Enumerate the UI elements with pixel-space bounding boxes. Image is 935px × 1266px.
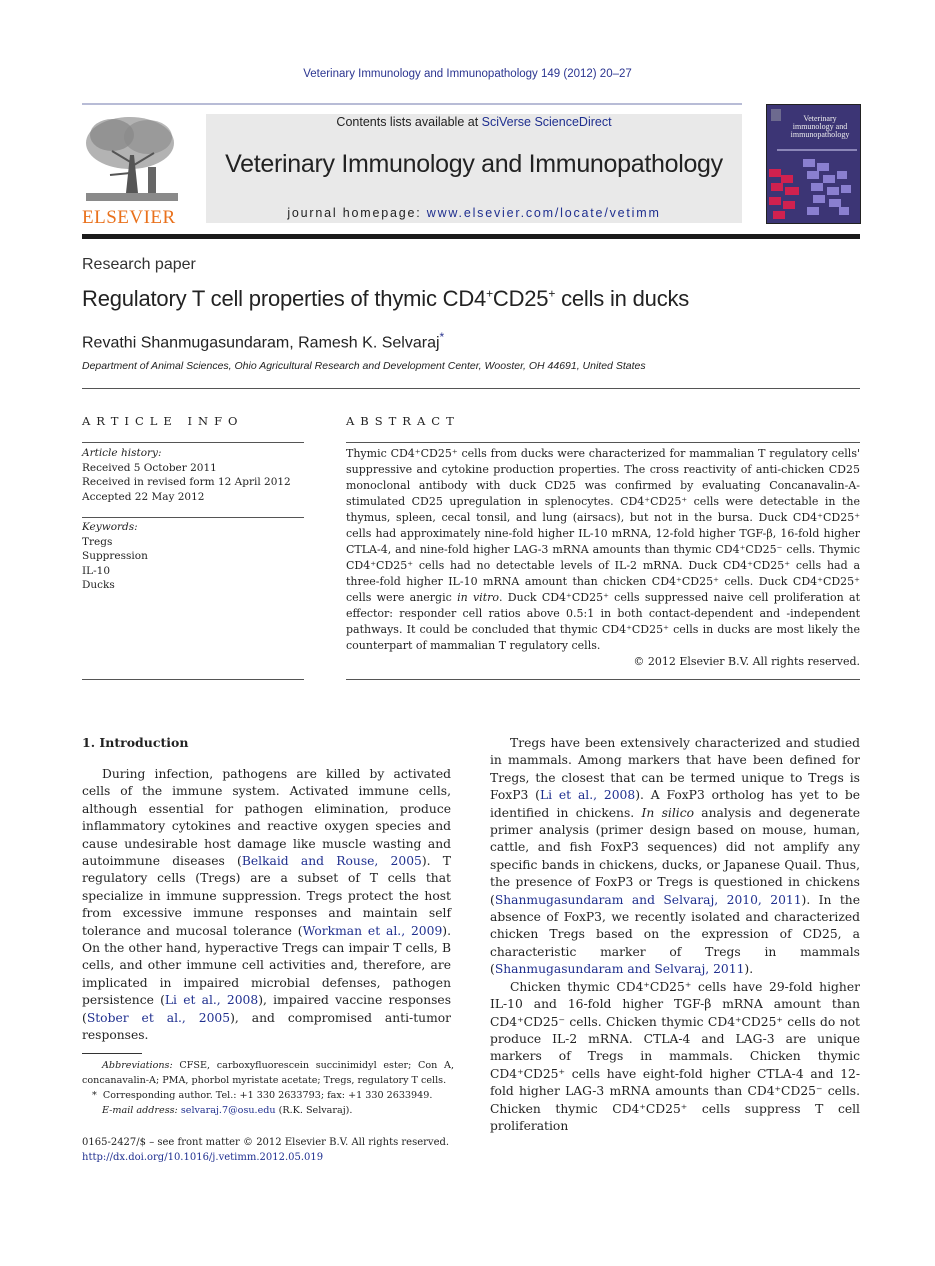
body-text: analysis and degenerate primer analysis … xyxy=(490,805,860,907)
elsevier-wordmark: ELSEVIER xyxy=(82,207,176,228)
body-text: During infection, pathogens are killed b… xyxy=(82,767,451,869)
issn-line: 0165-2427/$ – see front matter © 2012 El… xyxy=(82,1137,450,1148)
citation-link[interactable]: Belkaid and Rouse, 2005 xyxy=(242,854,422,868)
abstract-italic: in vitro xyxy=(457,591,499,604)
citation-link[interactable]: Li et al., 2008 xyxy=(165,993,258,1007)
contents-available-line: Contents lists available at SciVerse Sci… xyxy=(206,115,742,129)
citation-link[interactable]: Li et al., 2008 xyxy=(540,788,635,802)
intro-right-column: Tregs have been extensively characterize… xyxy=(490,735,860,1135)
authors-text: Revathi Shanmugasundaram, Ramesh K. Selv… xyxy=(82,334,440,352)
doi-link[interactable]: http://dx.doi.org/10.1016/j.vetimm.2012.… xyxy=(82,1152,323,1163)
abstract-text: Thymic CD4⁺CD25⁺ cells from ducks were c… xyxy=(346,447,860,604)
journal-citation[interactable]: Veterinary Immunology and Immunopatholog… xyxy=(0,68,935,80)
header-divider xyxy=(82,234,860,239)
keyword: IL-10 xyxy=(82,564,111,577)
abstract-body: Thymic CD4⁺CD25⁺ cells from ducks were c… xyxy=(346,446,860,654)
journal-cover-image: Veterinary immunology and immunopatholog… xyxy=(766,104,861,224)
article-history: Article history: Received 5 October 2011… xyxy=(82,446,304,504)
keywords-rule xyxy=(82,517,304,518)
body-text: Chicken thymic CD4⁺CD25⁺ cells have 29-f… xyxy=(490,979,860,1133)
citation-link[interactable]: Stober et al., 2005 xyxy=(87,1011,230,1025)
intro-left-column: During infection, pathogens are killed b… xyxy=(82,766,451,1045)
title-text: cells in ducks xyxy=(555,286,690,311)
journal-banner: Contents lists available at SciVerse Sci… xyxy=(206,114,742,223)
keywords-label: Keywords: xyxy=(82,521,138,533)
corresponding-mark: * xyxy=(92,1090,97,1101)
keyword: Tregs xyxy=(82,535,113,548)
cover-graphic-icon xyxy=(769,159,851,219)
title-divider xyxy=(82,388,860,389)
email-link[interactable]: selvaraj.7@osu.edu xyxy=(181,1105,276,1116)
introduction-heading: 1. Introduction xyxy=(82,735,189,750)
intro-paragraph: During infection, pathogens are killed b… xyxy=(82,766,451,1045)
abstract-heading: ABSTRACT xyxy=(346,414,460,428)
abstract-bottom-rule xyxy=(346,679,860,680)
elsevier-tree-icon xyxy=(86,117,178,201)
front-matter: 0165-2427/$ – see front matter © 2012 El… xyxy=(82,1135,462,1165)
intro-paragraph: Tregs have been extensively characterize… xyxy=(490,735,860,979)
article-type: Research paper xyxy=(82,256,196,273)
article-title: Regulatory T cell properties of thymic C… xyxy=(82,286,689,312)
journal-homepage-link[interactable]: www.elsevier.com/locate/vetimm xyxy=(427,206,661,220)
email-footnote: E-mail address: selvaraj.7@osu.edu (R.K.… xyxy=(82,1103,454,1118)
author-list: Revathi Shanmugasundaram, Ramesh K. Selv… xyxy=(82,330,444,352)
footnotes: Abbreviations: CFSE, carboxyfluorescein … xyxy=(82,1058,454,1118)
article-history-label: Article history: xyxy=(82,447,162,459)
keyword: Ducks xyxy=(82,579,115,591)
elsevier-logo: ELSEVIER xyxy=(82,115,182,228)
article-info-bottom-rule xyxy=(82,679,304,680)
cover-publisher-icon xyxy=(771,109,781,121)
email-suffix: (R.K. Selvaraj). xyxy=(275,1105,353,1116)
abbreviations-footnote: Abbreviations: CFSE, carboxyfluorescein … xyxy=(82,1058,454,1088)
footnote-rule xyxy=(82,1053,142,1054)
body-text: ). xyxy=(744,962,754,977)
title-text: Regulatory T cell properties of thymic C… xyxy=(82,286,487,311)
citation-link[interactable]: Shanmugasundaram and Selvaraj, 2010, 201… xyxy=(495,893,802,907)
cover-title: Veterinary immunology and immunopatholog… xyxy=(790,114,850,139)
homepage-prefix: journal homepage: xyxy=(287,206,427,220)
history-accepted: Accepted 22 May 2012 xyxy=(82,490,205,503)
citation-link[interactable]: Shanmugasundaram and Selvaraj, 2011 xyxy=(495,962,745,976)
title-text: CD25 xyxy=(492,286,549,311)
citation-link[interactable]: Workman et al., 2009 xyxy=(303,924,443,938)
email-label: E-mail address: xyxy=(102,1105,178,1116)
contents-prefix: Contents lists available at xyxy=(336,115,482,129)
abstract-copyright: © 2012 Elsevier B.V. All rights reserved… xyxy=(633,655,860,668)
affiliation: Department of Animal Sciences, Ohio Agri… xyxy=(82,360,646,372)
corresponding-author-footnote: * Corresponding author. Tel.: +1 330 263… xyxy=(82,1088,454,1103)
abbreviations-label: Abbreviations: xyxy=(102,1060,173,1071)
article-info-rule xyxy=(82,442,304,443)
cover-subtitle-line xyxy=(777,149,857,151)
history-revised: Received in revised form 12 April 2012 xyxy=(82,476,291,488)
keywords: Keywords: Tregs Suppression IL-10 Ducks xyxy=(82,520,304,593)
journal-homepage-line: journal homepage: www.elsevier.com/locat… xyxy=(206,206,742,220)
keyword: Suppression xyxy=(82,550,148,562)
corresponding-text: Corresponding author. Tel.: +1 330 26337… xyxy=(102,1090,433,1101)
article-info-heading: ARTICLE INFO xyxy=(82,414,244,428)
italic-text: In silico xyxy=(641,805,695,820)
sciencedirect-link[interactable]: SciVerse ScienceDirect xyxy=(482,115,612,129)
history-received: Received 5 October 2011 xyxy=(82,461,217,474)
intro-paragraph: Chicken thymic CD4⁺CD25⁺ cells have 29-f… xyxy=(490,979,860,1136)
abstract-rule xyxy=(346,442,860,443)
journal-name: Veterinary Immunology and Immunopatholog… xyxy=(225,150,723,178)
title-sup: + xyxy=(486,286,493,301)
header-rule xyxy=(82,103,742,105)
corresponding-author-mark[interactable]: * xyxy=(440,330,445,344)
